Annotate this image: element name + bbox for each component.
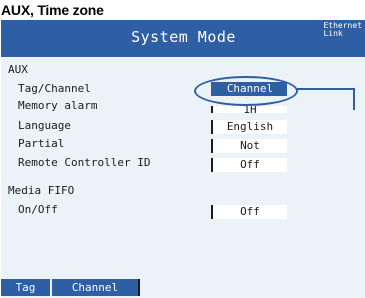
ethernet-link-indicator: Ethernet Link [323,22,362,38]
partial-label: Partial [18,137,65,150]
language-field[interactable]: English [211,120,287,134]
memory-alarm-label: Memory alarm [18,99,98,112]
system-mode-screen: System Mode Ethernet Link AUX Tag/Channe… [1,20,365,298]
remote-controller-id-field[interactable]: Off [211,158,287,172]
media-fifo-group-heading: Media FIFO [8,184,75,197]
link-label: Link [323,29,343,38]
aux-group-heading: AUX [8,63,28,76]
memory-alarm-field[interactable]: 1H [211,106,287,113]
language-label: Language [18,119,71,132]
tag-channel-label: Tag/Channel [18,82,91,95]
softkey-channel[interactable]: Channel [52,279,140,296]
callout-ellipse [194,76,298,106]
title-bar: System Mode Ethernet Link [1,20,365,57]
remote-controller-id-label: Remote Controller ID [18,156,151,169]
media-fifo-onoff-label: On/Off [18,203,58,216]
callout-pointer-tail [353,88,355,110]
partial-field[interactable]: Not [211,139,287,153]
figure-caption: AUX, Time zone [1,2,104,18]
softkey-tag[interactable]: Tag [1,279,50,296]
media-fifo-onoff-field[interactable]: Off [211,205,287,219]
callout-pointer-line [296,88,354,90]
screen-title: System Mode [131,28,236,46]
